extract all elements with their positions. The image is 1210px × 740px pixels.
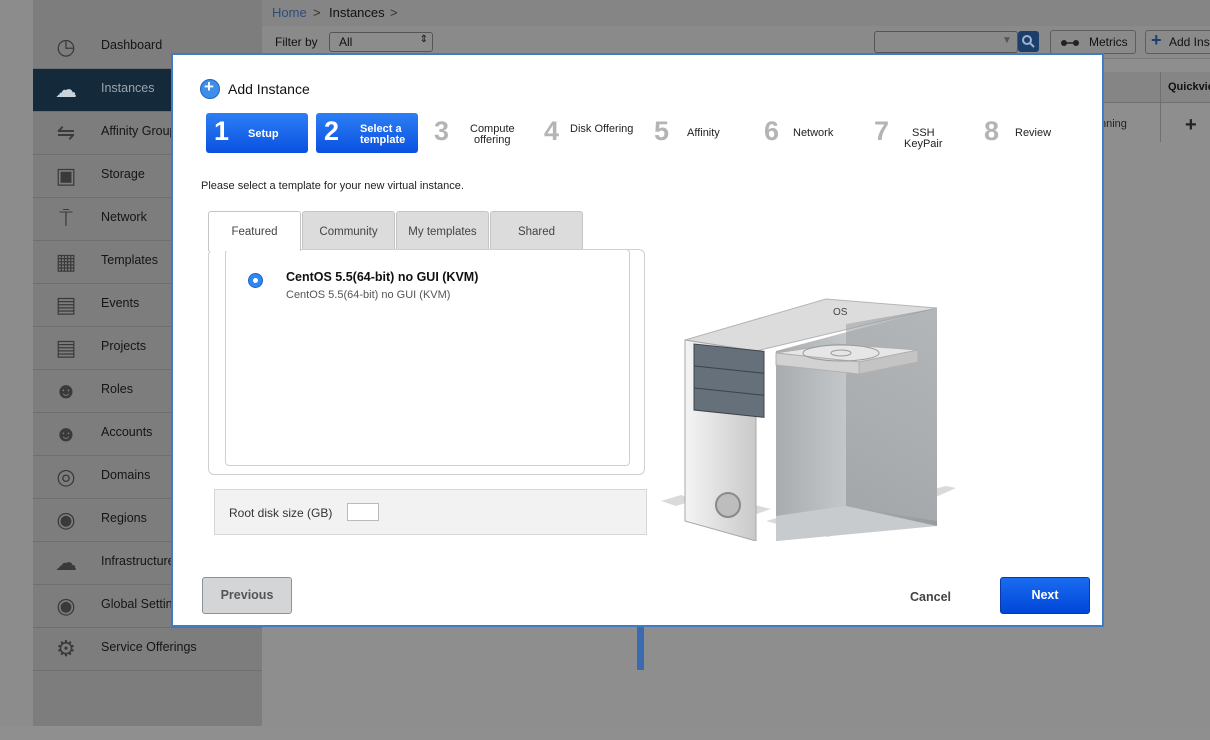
step-affinity[interactable]: 5 Affinity — [652, 113, 742, 153]
tab-shared[interactable]: Shared — [490, 211, 583, 249]
bottom-strip — [0, 726, 1210, 740]
instance-status: nning — [1100, 118, 1127, 130]
step-label: Setup — [248, 128, 279, 140]
metrics-button[interactable]: Metrics — [1050, 30, 1136, 54]
template-description: CentOS 5.5(64-bit) no GUI (KVM) — [286, 289, 451, 301]
step-number: 8 — [984, 116, 1000, 146]
sidebar-item-label: Accounts — [101, 425, 153, 439]
next-button[interactable]: Next — [1000, 577, 1090, 614]
roles-icon: ☻ — [54, 378, 78, 403]
sidebar-item-label: Network — [101, 210, 147, 224]
domains-icon: ◎ — [56, 464, 76, 489]
add-instance-label: Add Ins — [1169, 35, 1210, 49]
metrics-icon — [1061, 40, 1079, 46]
sidebar-item-label: Affinity Group — [101, 124, 177, 138]
cloud-icon: ☁ — [55, 77, 77, 102]
user-icon: ☻ — [54, 421, 78, 446]
add-circle-icon: + — [200, 77, 220, 99]
sidebar-item-label: Instances — [101, 81, 155, 95]
calendar-icon: ▤ — [55, 292, 77, 317]
sidebar-item-label: Service Offerings — [101, 640, 197, 654]
step-label: Affinity — [687, 127, 720, 139]
root-disk-label: Root disk size (GB) — [229, 506, 333, 520]
step-number: 3 — [434, 116, 450, 146]
step-select-template[interactable]: 2 Select a template — [316, 113, 418, 153]
affinity-icon: ⇋ — [56, 120, 76, 145]
step-number: 2 — [324, 116, 340, 146]
step-label: Review — [1015, 127, 1052, 139]
filter-label: Filter by — [275, 35, 318, 49]
sidebar-item-label: Templates — [101, 253, 158, 267]
step-number: 4 — [544, 116, 560, 146]
instruction-text: Please select a template for your new vi… — [201, 180, 464, 192]
tab-my-templates[interactable]: My templates — [396, 211, 489, 249]
template-list: CentOS 5.5(64-bit) no GUI (KVM) CentOS 5… — [225, 249, 630, 466]
quickview-plus-icon[interactable]: + — [1185, 114, 1197, 137]
step-ssh-keypair[interactable]: 7 SSH KeyPair — [872, 113, 962, 153]
breadcrumb-current: Instances — [329, 5, 385, 20]
search-button[interactable] — [1018, 31, 1039, 52]
root-disk-panel: Root disk size (GB) — [214, 489, 647, 535]
sidebar-item-label: Events — [101, 296, 140, 310]
step-label-line2: KeyPair — [904, 138, 943, 150]
sidebar-item-label: Storage — [101, 167, 145, 181]
storage-icon: ▣ — [55, 163, 77, 188]
sidebar-item-label: Infrastructure — [101, 554, 175, 568]
previous-button[interactable]: Previous — [202, 577, 292, 614]
table-header: Quickvie — [1100, 72, 1210, 142]
plus-icon: + — [1151, 30, 1162, 50]
dashboard-icon: ◷ — [56, 34, 76, 59]
breadcrumb-separator: > — [390, 5, 398, 20]
sidebar-item-label: Regions — [101, 511, 147, 525]
metrics-label: Metrics — [1089, 35, 1128, 49]
step-review[interactable]: 8 Review — [982, 113, 1072, 153]
step-compute-offering[interactable]: 3 Compute offering — [432, 113, 522, 153]
step-label-line2: template — [360, 134, 406, 146]
network-icon: ⍑ — [59, 206, 73, 231]
add-instance-button[interactable]: + Add Ins — [1145, 30, 1210, 54]
tab-community[interactable]: Community — [302, 211, 395, 249]
os-label: OS — [833, 307, 848, 318]
left-edge — [0, 0, 33, 726]
select-arrows-icon: ⇕ — [419, 34, 428, 45]
sidebar-item-service-offerings[interactable]: ⚙ Service Offerings — [33, 628, 262, 671]
global-settings-icon: ◉ — [56, 593, 76, 618]
breadcrumb-bar: Home > Instances > — [262, 0, 1210, 26]
step-setup[interactable]: 1 Setup — [206, 113, 308, 153]
step-disk-offering[interactable]: 4 Disk Offering — [542, 113, 642, 153]
templates-icon: ▦ — [55, 249, 77, 274]
sidebar-item-label: Roles — [101, 382, 133, 396]
breadcrumb-separator: > — [313, 5, 321, 20]
dropdown-arrow-icon: ▼ — [1002, 35, 1012, 46]
step-number: 5 — [654, 116, 670, 146]
globe-icon: ◉ — [56, 507, 76, 532]
quickview-header: Quickvie — [1168, 81, 1210, 93]
template-radio[interactable] — [248, 273, 263, 288]
template-name[interactable]: CentOS 5.5(64-bit) no GUI (KVM) — [286, 270, 478, 284]
tab-featured[interactable]: Featured — [208, 211, 301, 251]
dialog-title: Add Instance — [228, 81, 310, 97]
server-illustration — [661, 298, 956, 541]
root-disk-input[interactable] — [347, 503, 379, 521]
step-label-line2: offering — [474, 134, 511, 146]
step-label: Network — [793, 127, 834, 139]
filter-value: All — [339, 35, 353, 49]
cancel-button[interactable]: Cancel — [910, 590, 951, 604]
gear-icon: ⚙ — [56, 636, 76, 661]
step-number: 6 — [764, 116, 780, 146]
folder-icon: ▤ — [55, 335, 77, 360]
search-icon — [1022, 35, 1035, 48]
infrastructure-icon: ☁ — [55, 550, 77, 575]
sidebar-item-label: Projects — [101, 339, 147, 353]
sidebar-item-label: Domains — [101, 468, 151, 482]
search-input[interactable]: ▼ — [874, 31, 1018, 53]
column-divider — [1160, 72, 1161, 142]
filter-select[interactable]: All ⇕ — [329, 32, 433, 52]
step-label: Disk Offering — [570, 123, 634, 135]
step-network[interactable]: 6 Network — [762, 113, 852, 153]
sidebar-item-label: Dashboard — [101, 38, 163, 52]
breadcrumb-home[interactable]: Home — [272, 5, 307, 20]
step-number: 1 — [214, 116, 230, 146]
step-number: 7 — [874, 116, 890, 146]
